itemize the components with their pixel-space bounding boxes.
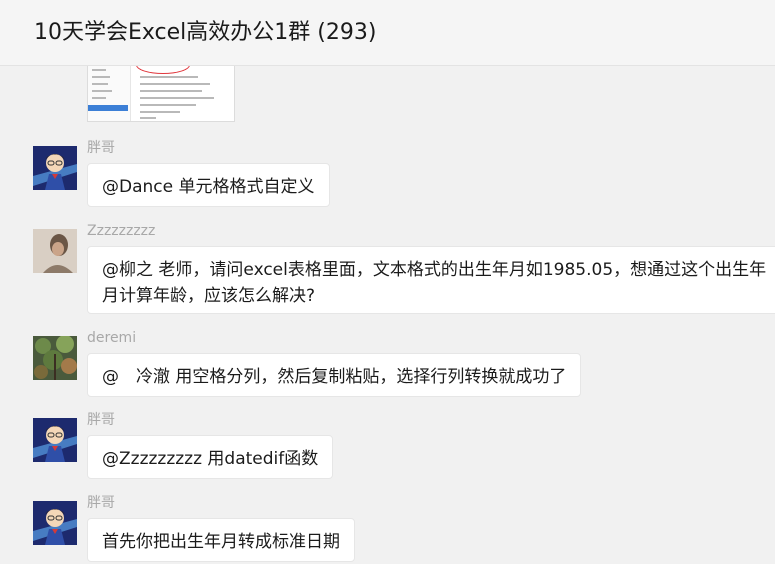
- plant-photo-avatar[interactable]: [33, 336, 77, 380]
- message-bubble[interactable]: @Dance 单元格格式自定义: [87, 163, 330, 207]
- message-bubble[interactable]: @ 冷澈 用空格分列，然后复制粘贴，选择行列转换就成功了: [87, 353, 582, 397]
- anime-boy-avatar[interactable]: [33, 418, 77, 462]
- sender-name: 胖哥: [87, 412, 115, 428]
- sender-name: Zzzzzzzzz: [87, 223, 156, 239]
- anime-boy-avatar[interactable]: [33, 146, 77, 190]
- chat-window: 10天学会Excel高效办公1群 (293) 胖哥 @Dance 单元格格式自定…: [0, 0, 775, 564]
- message-list[interactable]: 胖哥 @Dance 单元格格式自定义 Zzzzzzzzz @柳之 老师，请问ex…: [0, 66, 775, 564]
- chat-header: 10天学会Excel高效办公1群 (293): [0, 0, 775, 66]
- anime-boy-avatar[interactable]: [33, 501, 77, 545]
- group-title[interactable]: 10天学会Excel高效办公1群 (293): [34, 18, 376, 48]
- red-annotation-circle: [136, 66, 190, 74]
- sender-name: deremi: [87, 330, 137, 346]
- sender-name: 胖哥: [87, 140, 115, 156]
- message-bubble[interactable]: @柳之 老师，请问excel表格里面，文本格式的出生年月如1985.05，想通过…: [87, 246, 775, 314]
- sender-name: 胖哥: [87, 495, 115, 511]
- message-bubble[interactable]: 首先你把出生年月转成标准日期: [87, 518, 355, 562]
- message-bubble[interactable]: @Zzzzzzzzz 用datedif函数: [87, 435, 334, 479]
- image-message-thumbnail[interactable]: [87, 66, 235, 122]
- person-photo-avatar[interactable]: [33, 229, 77, 273]
- thumbnail-sidebar: [88, 66, 131, 121]
